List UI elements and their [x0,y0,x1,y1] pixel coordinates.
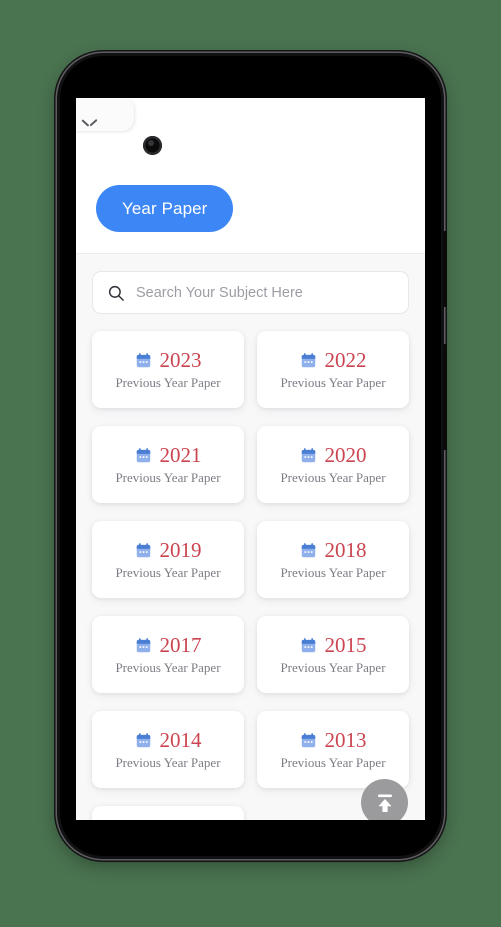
year-card-2022[interactable]: 2022 Previous Year Paper [257,331,409,408]
calendar-icon [136,353,150,368]
year-card-heading: 2014 [135,730,202,751]
year-card-heading: 2021 [135,445,202,466]
phone-frame: Year Paper 2023 Previous Year Paper 2022 Pr… [57,53,447,859]
year-label: 2014 [159,728,202,752]
search-input[interactable] [136,284,394,301]
calendar-icon [136,543,150,558]
year-card-heading: 2020 [300,445,367,466]
volume-rocker-button[interactable] [443,231,447,307]
year-card-2014[interactable]: 2014 Previous Year Paper [92,711,244,788]
scroll-to-top-button[interactable] [361,779,408,820]
calendar-icon [301,543,315,558]
power-button[interactable] [443,344,447,450]
year-card-subtitle: Previous Year Paper [280,375,386,390]
year-card-subtitle: Previous Year Paper [115,375,221,390]
collapse-tab-button[interactable] [76,98,134,131]
year-card-grid: 2023 Previous Year Paper 2022 Previous Year… [92,331,409,820]
year-label: 2021 [159,443,202,467]
year-card-subtitle: Previous Year Paper [280,470,386,485]
year-card-heading: 2017 [135,635,202,656]
front-camera-icon [143,136,162,155]
calendar-icon [301,733,315,748]
year-card-2023[interactable]: 2023 Previous Year Paper [92,331,244,408]
chevron-down-icon [83,119,96,127]
calendar-icon [301,353,315,368]
year-label: 2020 [324,443,367,467]
year-label: 2022 [324,348,367,372]
calendar-icon [136,638,150,653]
year-card-subtitle: Previous Year Paper [280,755,386,770]
year-card-heading: 2013 [300,730,367,751]
phone-screen: Year Paper 2023 Previous Year Paper 2022 Pr… [76,98,425,820]
year-card-subtitle: Previous Year Paper [115,660,221,675]
year-card-2012[interactable]: 2012Previous Year Paper [92,806,244,820]
calendar-icon [301,638,315,653]
year-label: 2015 [324,633,367,657]
year-card-2015[interactable]: 2015 Previous Year Paper [257,616,409,693]
search-icon [108,285,124,301]
year-card-2019[interactable]: 2019 Previous Year Paper [92,521,244,598]
year-card-2021[interactable]: 2021 Previous Year Paper [92,426,244,503]
year-card-2017[interactable]: 2017 Previous Year Paper [92,616,244,693]
year-card-subtitle: Previous Year Paper [115,565,221,580]
content-area: 2023 Previous Year Paper 2022 Previous Year… [76,254,425,820]
year-card-subtitle: Previous Year Paper [280,660,386,675]
calendar-icon [136,448,150,463]
year-card-heading: 2018 [300,540,367,561]
year-card-heading: 2019 [135,540,202,561]
year-paper-button[interactable]: Year Paper [96,185,234,232]
year-label: 2018 [324,538,367,562]
year-card-subtitle: Previous Year Paper [115,755,221,770]
year-card-heading: 2022 [300,350,367,371]
year-label: 2019 [159,538,202,562]
year-card-subtitle: Previous Year Paper [280,565,386,580]
year-label: 2013 [324,728,367,752]
search-bar[interactable] [92,271,409,314]
year-card-heading: 2015 [300,635,367,656]
app-header: Year Paper [76,98,425,254]
scroll-to-top-icon [377,794,392,812]
year-label: 2017 [159,633,202,657]
year-card-2020[interactable]: 2020 Previous Year Paper [257,426,409,503]
year-card-2013[interactable]: 2013 Previous Year Paper [257,711,409,788]
year-card-subtitle: Previous Year Paper [115,470,221,485]
year-card-2018[interactable]: 2018 Previous Year Paper [257,521,409,598]
year-label: 2023 [159,348,202,372]
calendar-icon [136,733,150,748]
calendar-icon [301,448,315,463]
year-card-heading: 2023 [135,350,202,371]
